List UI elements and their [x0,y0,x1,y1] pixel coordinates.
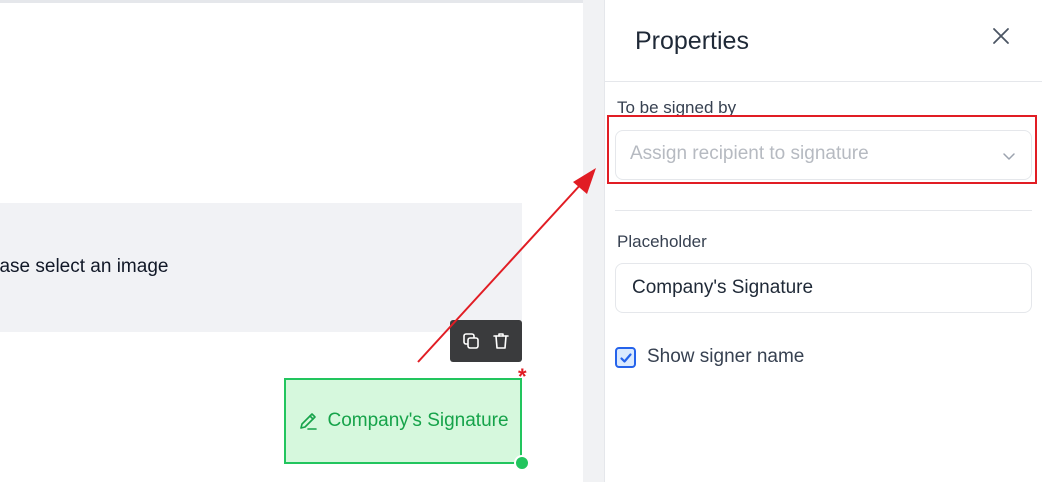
placeholder-input[interactable]: Company's Signature [615,263,1032,313]
placeholder-label: Placeholder [617,232,707,251]
delete-button[interactable] [491,330,511,352]
recipient-select[interactable]: Assign recipient to signature [615,130,1032,180]
checkmark-icon [619,352,632,363]
show-signer-name-checkbox[interactable] [615,347,636,368]
placeholder-input-value: Company's Signature [632,277,814,298]
panel-header: Properties [605,0,1042,82]
signature-field-label: Company's Signature [327,410,509,431]
pen-icon [300,413,318,430]
signature-field[interactable]: Company's Signature [284,378,522,464]
panel-title: Properties [635,27,749,55]
image-placeholder-text: Please select an image [0,256,169,277]
show-signer-name-label: Show signer name [647,346,805,367]
properties-panel: Properties To be signed by Assign recipi… [605,0,1042,482]
close-button[interactable] [989,24,1013,48]
panel-splitter[interactable] [583,0,605,482]
signed-by-label: To be signed by [617,98,737,117]
close-icon [993,28,1009,44]
duplicate-button[interactable] [461,330,481,352]
required-marker: * [518,364,527,389]
copy-icon [463,333,479,349]
field-toolbar [450,320,522,362]
chevron-down-icon [1003,153,1015,160]
resize-handle[interactable] [514,455,530,471]
trash-icon [493,333,509,349]
recipient-select-placeholder: Assign recipient to signature [630,143,869,164]
section-divider [615,210,1032,211]
